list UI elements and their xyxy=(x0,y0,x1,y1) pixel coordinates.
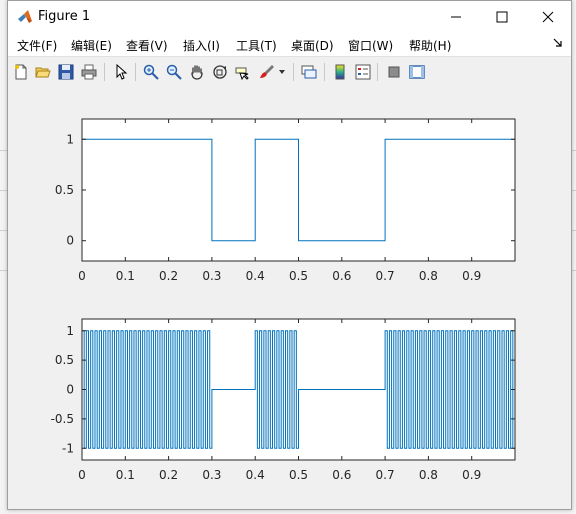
dock-arrow-icon[interactable] xyxy=(553,38,563,48)
maximize-button[interactable] xyxy=(479,1,525,32)
rotate-3d-icon xyxy=(213,65,227,79)
title-bar[interactable]: Figure 1 xyxy=(8,1,571,32)
pan-hand-icon xyxy=(191,65,203,80)
figure-window: Figure 1 文件(F) 编辑(E) 查看(V) 插入(I) 工具(T) 桌… xyxy=(7,0,572,510)
figure-canvas: 0 0.1 0.2 0.3 0.4 0.5 0.6 0.7 0.8 0.9 0 0.5 1 0 0.1 0.2… xyxy=(8,86,571,509)
x-tick-label: 0.3 xyxy=(202,468,221,482)
print-button[interactable] xyxy=(79,62,99,82)
y-tick-label: -0.5 xyxy=(51,412,74,426)
menu-tools[interactable]: 工具(T) xyxy=(236,37,277,54)
menu-edit[interactable]: 编辑(E) xyxy=(71,37,112,54)
y-tick-label: 1 xyxy=(66,324,74,338)
link-plot-button[interactable] xyxy=(299,62,319,82)
toolbar-separator xyxy=(104,63,105,81)
x-tick-label: 0.5 xyxy=(289,269,308,283)
show-plot-tools-icon xyxy=(409,65,425,79)
menu-insert[interactable]: 插入(I) xyxy=(183,37,220,54)
open-file-icon xyxy=(35,67,51,78)
x-tick-label: 0.9 xyxy=(462,269,481,283)
menu-help[interactable]: 帮助(H) xyxy=(409,37,451,54)
brush-icon xyxy=(260,65,274,78)
maximize-icon xyxy=(496,11,508,22)
menu-bar: 文件(F) 编辑(E) 查看(V) 插入(I) 工具(T) 桌面(D) 窗口(W… xyxy=(8,32,571,56)
pan-button[interactable] xyxy=(187,62,207,82)
save-button[interactable] xyxy=(56,62,76,82)
data-cursor-button[interactable] xyxy=(233,62,253,82)
print-icon xyxy=(81,64,97,80)
zoom-in-icon xyxy=(143,64,159,80)
pointer-icon xyxy=(116,64,128,80)
pointer-button[interactable] xyxy=(111,62,131,82)
brush-button[interactable] xyxy=(257,62,277,82)
close-button[interactable] xyxy=(525,1,571,32)
menu-file[interactable]: 文件(F) xyxy=(17,37,57,54)
toolbar-separator xyxy=(324,63,325,81)
menu-view[interactable]: 查看(V) xyxy=(126,37,168,54)
plot-area: 0 0.1 0.2 0.3 0.4 0.5 0.6 0.7 0.8 0.9 0 0.5 1 0 0.1 0.2… xyxy=(51,118,516,482)
x-tick-label: 0.6 xyxy=(332,468,351,482)
brush-dropdown-icon xyxy=(279,70,285,74)
x-tick-label: 0.9 xyxy=(462,468,481,482)
menu-window[interactable]: 窗口(W) xyxy=(348,37,393,54)
save-icon xyxy=(58,64,74,80)
x-tick-label: 0.4 xyxy=(246,468,265,482)
legend-button[interactable] xyxy=(353,62,373,82)
x-tick-label: 0.4 xyxy=(246,269,265,283)
x-tick-label: 0.7 xyxy=(376,269,395,283)
zoom-out-icon xyxy=(166,64,182,80)
y-tick-label: 0 xyxy=(66,234,74,248)
y-tick-label: 0 xyxy=(66,383,74,397)
brush-dropdown-button[interactable] xyxy=(276,62,288,82)
data-cursor-icon xyxy=(235,67,249,80)
y-tick-label: 0.5 xyxy=(55,183,74,197)
minimize-icon xyxy=(451,16,461,17)
x-tick-label: 0.8 xyxy=(419,269,438,283)
open-file-button[interactable] xyxy=(33,62,53,82)
zoom-out-button[interactable] xyxy=(164,62,184,82)
y-tick-label: 0.5 xyxy=(55,353,74,367)
link-plot-icon xyxy=(301,65,317,79)
matlab-logo-icon xyxy=(18,10,32,23)
hide-plot-tools-button[interactable] xyxy=(384,62,404,82)
y-tick-label: -1 xyxy=(62,441,74,455)
hide-plot-tools-icon xyxy=(388,66,400,78)
x-tick-label: 0.8 xyxy=(419,468,438,482)
toolbar-separator xyxy=(135,63,136,81)
x-tick-label: 0.1 xyxy=(116,269,135,283)
colorbar-icon xyxy=(335,64,345,80)
legend-icon xyxy=(355,64,371,80)
show-plot-tools-button[interactable] xyxy=(407,62,427,82)
new-figure-button[interactable] xyxy=(11,62,31,82)
new-figure-icon xyxy=(15,64,27,80)
x-tick-label: 0 xyxy=(78,468,86,482)
close-icon xyxy=(542,11,554,22)
zoom-in-button[interactable] xyxy=(141,62,161,82)
minimize-button[interactable] xyxy=(433,1,479,32)
x-tick-label: 0 xyxy=(78,269,86,283)
x-tick-label: 0.3 xyxy=(202,269,221,283)
toolbar-separator xyxy=(377,63,378,81)
rotate-3d-button[interactable] xyxy=(210,62,230,82)
window-title: Figure 1 xyxy=(38,9,91,24)
menu-desktop[interactable]: 桌面(D) xyxy=(291,37,334,54)
x-tick-label: 0.5 xyxy=(289,468,308,482)
toolbar-separator xyxy=(293,63,294,81)
x-tick-label: 0.2 xyxy=(159,269,178,283)
y-tick-label: 1 xyxy=(66,132,74,146)
toolbar xyxy=(8,56,571,87)
x-tick-label: 0.2 xyxy=(159,468,178,482)
x-tick-label: 0.7 xyxy=(376,468,395,482)
colorbar-button[interactable] xyxy=(330,62,350,82)
x-tick-label: 0.1 xyxy=(116,468,135,482)
x-tick-label: 0.6 xyxy=(332,269,351,283)
